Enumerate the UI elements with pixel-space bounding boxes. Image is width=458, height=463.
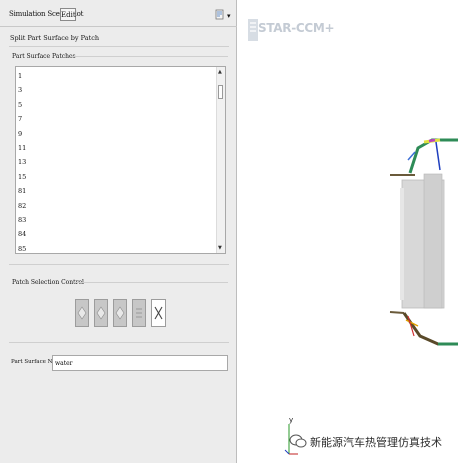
divider: [74, 282, 228, 283]
patches-listbox[interactable]: 1 3 5 7 9 11 13 15 81 82 83 84 85 ▲ ▼: [15, 66, 226, 254]
patch-list-item[interactable]: 1: [18, 69, 26, 83]
divider: [9, 342, 229, 343]
watermark-text: 新能源汽车热管理仿真技术: [310, 436, 442, 449]
edit-tab-button[interactable]: Edit: [60, 8, 76, 21]
tool-icon[interactable]: [215, 9, 225, 21]
patch-list-item[interactable]: 85: [18, 242, 26, 256]
patch-list-item[interactable]: 13: [18, 155, 26, 169]
patch-list-item[interactable]: 11: [18, 141, 26, 155]
clear-patches-button[interactable]: [132, 299, 146, 327]
panel-toolbar: Simulation Scene/Plot Edit ▾: [0, 0, 237, 27]
toolbar-dropdown-icon[interactable]: ▾: [227, 12, 231, 20]
patch-list-item[interactable]: 81: [18, 184, 26, 198]
part-surface-name-input[interactable]: [52, 355, 228, 371]
patch-list-item[interactable]: 5: [18, 98, 26, 112]
cancel-selection-button[interactable]: [151, 299, 166, 327]
patches-list: 1 3 5 7 9 11 13 15 81 82 83 84 85: [18, 69, 26, 256]
scroll-up-icon[interactable]: ▲: [218, 69, 222, 75]
scroll-down-icon[interactable]: ▼: [218, 245, 222, 251]
patch-list-item[interactable]: 82: [18, 199, 26, 213]
patches-section-header: Part Surface Patches: [12, 53, 76, 60]
y-axis-label: y: [289, 416, 294, 424]
select-patch-button[interactable]: [94, 299, 108, 327]
wechat-icon: [289, 434, 307, 448]
patch-list-item[interactable]: 3: [18, 83, 26, 97]
close-icon: [154, 306, 163, 320]
split-panel-title: Split Part Surface by Patch: [10, 34, 100, 42]
patch-list-item[interactable]: 84: [18, 227, 26, 241]
invert-selection-button[interactable]: [113, 299, 127, 327]
patch-list-item[interactable]: 9: [18, 127, 26, 141]
patch-list-item[interactable]: 7: [18, 112, 26, 126]
divider: [9, 46, 229, 47]
select-all-patches-button[interactable]: [75, 299, 89, 327]
scrollbar-thumb[interactable]: [218, 85, 223, 99]
divider: [9, 264, 229, 265]
model-geometry[interactable]: [380, 130, 458, 360]
patch-list-item[interactable]: 83: [18, 213, 26, 227]
patch-list-item[interactable]: 15: [18, 170, 26, 184]
patches-scrollbar[interactable]: ▲ ▼: [216, 67, 225, 253]
star-ccm-logo: STAR-CCM+: [258, 21, 335, 35]
divider: [70, 56, 228, 57]
edit-panel: Simulation Scene/Plot Edit ▾ Split Part …: [0, 0, 237, 463]
